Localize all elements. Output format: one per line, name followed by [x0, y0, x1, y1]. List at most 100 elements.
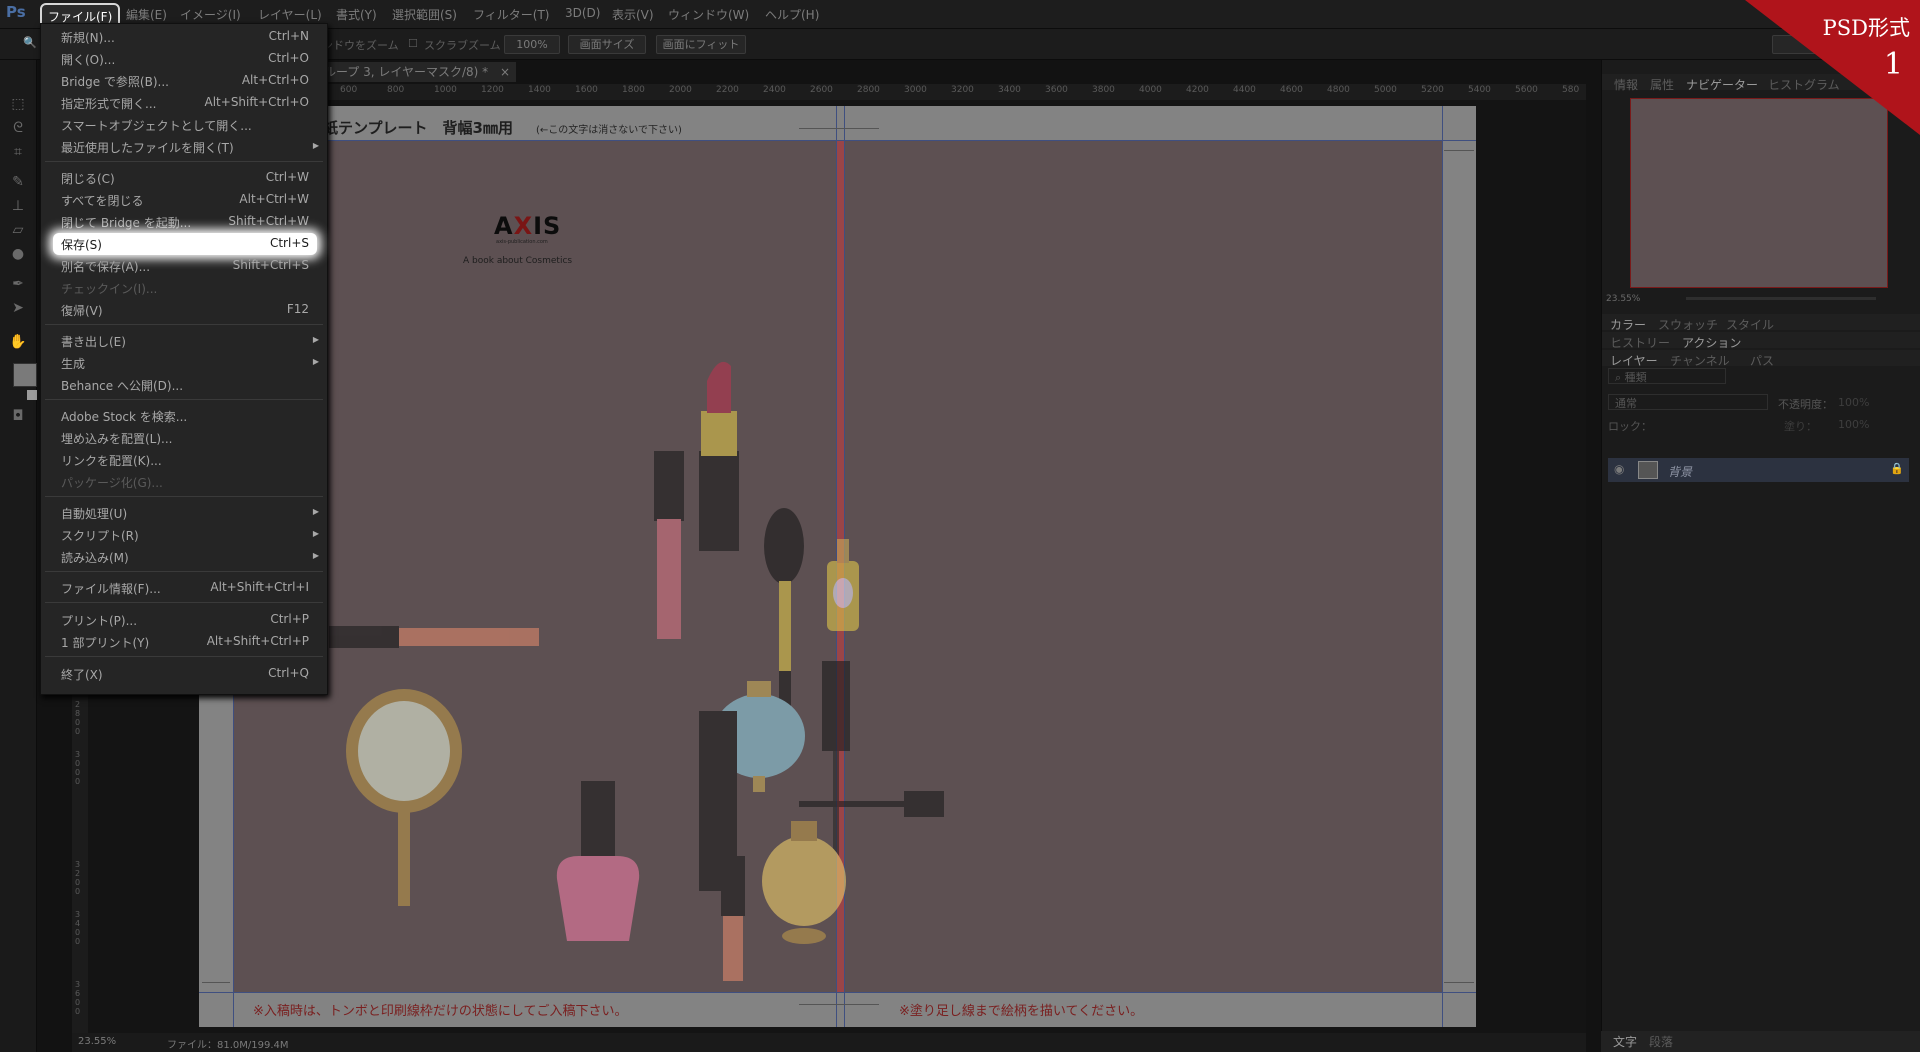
ruler-tick: 3400 [998, 85, 1021, 95]
menu-place-linked[interactable]: リンクを配置(K)... [61, 452, 162, 469]
tab-styles[interactable]: スタイル [1726, 316, 1774, 333]
fill-input[interactable]: 100% [1838, 418, 1869, 431]
tab-actions[interactable]: アクション [1682, 334, 1741, 351]
ruler-tick: 600 [340, 85, 358, 95]
menu-exit[interactable]: 終了(X) [61, 666, 103, 683]
lasso-tool-icon[interactable]: ᘓ [9, 120, 27, 136]
path-select-tool-icon[interactable]: ➤ [9, 300, 27, 316]
menu-window[interactable]: ウィンドウ(W) [668, 6, 749, 23]
layer-row-background[interactable]: ◉ 背景 🔒 [1608, 458, 1909, 482]
submenu-arrow-icon: ▶ [312, 335, 319, 344]
menu-print[interactable]: プリント(P)... [61, 612, 137, 629]
menu-search-stock[interactable]: Adobe Stock を検索... [61, 408, 187, 425]
ruler-tick: 4200 [1186, 85, 1209, 95]
menu-place-embedded[interactable]: 埋め込みを配置(L)... [61, 430, 173, 447]
tab-properties[interactable]: 属性 [1650, 76, 1674, 93]
tab-history[interactable]: ヒストリー [1610, 334, 1670, 351]
menu-save[interactable]: 保存(S) [61, 236, 102, 253]
menu-revert[interactable]: 復帰(V) [61, 302, 103, 319]
blur-tool-icon[interactable]: ● [9, 246, 27, 262]
shortcut: Shift+Ctrl+S [232, 258, 309, 272]
zoom-windows-label[interactable]: ンドウをズーム [322, 37, 399, 53]
tab-swatches[interactable]: スウォッチ [1658, 316, 1718, 333]
pen-tool-icon[interactable]: ✒ [9, 276, 27, 292]
shortcut: Ctrl+W [265, 170, 309, 184]
eraser-tool-icon[interactable]: ▱ [9, 222, 27, 238]
tab-info[interactable]: 情報 [1614, 76, 1638, 93]
menu-close[interactable]: 閉じる(C) [61, 170, 115, 187]
template-note: (←この文字は消さないで下さい) [536, 125, 682, 136]
menu-automate[interactable]: 自動処理(U) [61, 505, 127, 522]
ruler-tick: 3800 [1092, 85, 1115, 95]
menu-select[interactable]: 選択範囲(S) [392, 6, 457, 23]
visibility-eye-icon[interactable]: ◉ [1614, 462, 1624, 476]
right-panel-dock: 情報 属性 ナビゲーター ヒストグラム 23.55% カラー スウォッチ スタイ… [1601, 60, 1920, 1052]
menu-close-go-bridge[interactable]: 閉じて Bridge を起動... [61, 214, 191, 231]
guide [1442, 106, 1443, 1027]
menu-separator [45, 602, 323, 603]
menu-open-as[interactable]: 指定形式で開く... [61, 95, 156, 112]
ruler-tick: 800 [387, 85, 405, 95]
menu-scripts[interactable]: スクリプト(R) [61, 527, 139, 544]
zoom-100-button[interactable]: 100% [504, 35, 560, 54]
tab-color[interactable]: カラー [1610, 316, 1646, 333]
foreground-color-swatch[interactable] [13, 363, 37, 387]
menu-view[interactable]: 表示(V) [612, 6, 654, 23]
menu-open-recent[interactable]: 最近使用したファイルを開く(T) [61, 139, 234, 156]
ruler-tick: 5200 [1421, 85, 1444, 95]
navigator-zoom-slider[interactable] [1686, 297, 1876, 300]
menu-open-smart-object[interactable]: スマートオブジェクトとして開く... [61, 117, 252, 134]
status-zoom[interactable]: 23.55% [78, 1036, 116, 1047]
crop-tool-icon[interactable]: ⌗ [9, 144, 27, 160]
opacity-input[interactable]: 100% [1838, 396, 1869, 409]
menu-edit[interactable]: 編集(E) [126, 6, 167, 23]
guide [199, 992, 1476, 993]
marquee-tool-icon[interactable]: ⬚ [9, 96, 27, 112]
screen-size-button[interactable]: 画面サイズ [568, 35, 646, 54]
menu-export[interactable]: 書き出し(E) [61, 333, 126, 350]
axis-logo: AXIS [494, 212, 562, 240]
brush-tool-icon[interactable]: ✎ [9, 174, 27, 190]
menu-separator [45, 571, 323, 572]
tab-paths[interactable]: パス [1750, 352, 1774, 369]
scrubby-zoom-checkbox[interactable]: ☐ [408, 37, 418, 50]
menu-save-as[interactable]: 別名で保存(A)... [61, 258, 150, 275]
menu-type[interactable]: 書式(Y) [336, 6, 377, 23]
menu-generate[interactable]: 生成 [61, 355, 85, 372]
menu-new[interactable]: 新規(N)... [61, 29, 115, 46]
menu-3d[interactable]: 3D(D) [565, 6, 600, 20]
menu-filter[interactable]: フィルター(T) [473, 6, 549, 23]
blend-mode-select[interactable]: 通常 [1608, 394, 1768, 410]
hand-tool-icon[interactable]: ✋ [9, 334, 27, 350]
axis-tagline: A book about Cosmetics [463, 256, 573, 266]
zoom-tool-icon[interactable]: 🔍 [23, 36, 37, 49]
fit-screen-button[interactable]: 画面にフィット [656, 35, 746, 54]
menu-image[interactable]: イメージ(I) [180, 6, 241, 23]
document-canvas[interactable]: 紙テンプレート 背幅3㎜用 (←この文字は消さないで下さい) AXIS axis… [199, 106, 1476, 1027]
menu-separator [45, 656, 323, 657]
tab-layers[interactable]: レイヤー [1610, 352, 1658, 369]
menu-close-all[interactable]: すべてを閉じる [61, 192, 143, 209]
submenu-arrow-icon: ▶ [312, 551, 319, 560]
navigator-zoom-value[interactable]: 23.55% [1606, 294, 1640, 304]
background-color-swatch[interactable] [27, 390, 37, 400]
quick-mask-icon[interactable]: ◘ [9, 408, 27, 424]
menu-separator [45, 324, 323, 325]
menu-file-info[interactable]: ファイル情報(F)... [61, 580, 161, 597]
lip-gloss-bottom-icon [721, 856, 745, 981]
menu-help[interactable]: ヘルプ(H) [765, 6, 819, 23]
menu-share-behance[interactable]: Behance へ公開(D)... [61, 377, 183, 394]
layer-kind-filter[interactable]: ⌕ 種類 [1608, 368, 1726, 384]
tab-paragraph[interactable]: 段落 [1649, 1033, 1673, 1050]
stamp-tool-icon[interactable]: ⊥ [9, 198, 27, 214]
menu-import[interactable]: 読み込み(M) [61, 549, 129, 566]
menu-print-one-copy[interactable]: 1 部プリント(Y) [61, 634, 149, 651]
tab-character[interactable]: 文字 [1613, 1033, 1637, 1050]
menu-layer[interactable]: レイヤー(L) [258, 6, 322, 23]
close-tab-icon[interactable]: × [500, 65, 510, 79]
menu-open[interactable]: 開く(O)... [61, 51, 115, 68]
menu-browse-bridge[interactable]: Bridge で参照(B)... [61, 73, 169, 90]
template-title: 紙テンプレート 背幅3㎜用 [323, 119, 513, 137]
tab-channels[interactable]: チャンネル [1670, 352, 1730, 369]
file-menu-dropdown: 新規(N)... Ctrl+N 開く(O)... Ctrl+O Bridge で参照… [40, 23, 328, 695]
